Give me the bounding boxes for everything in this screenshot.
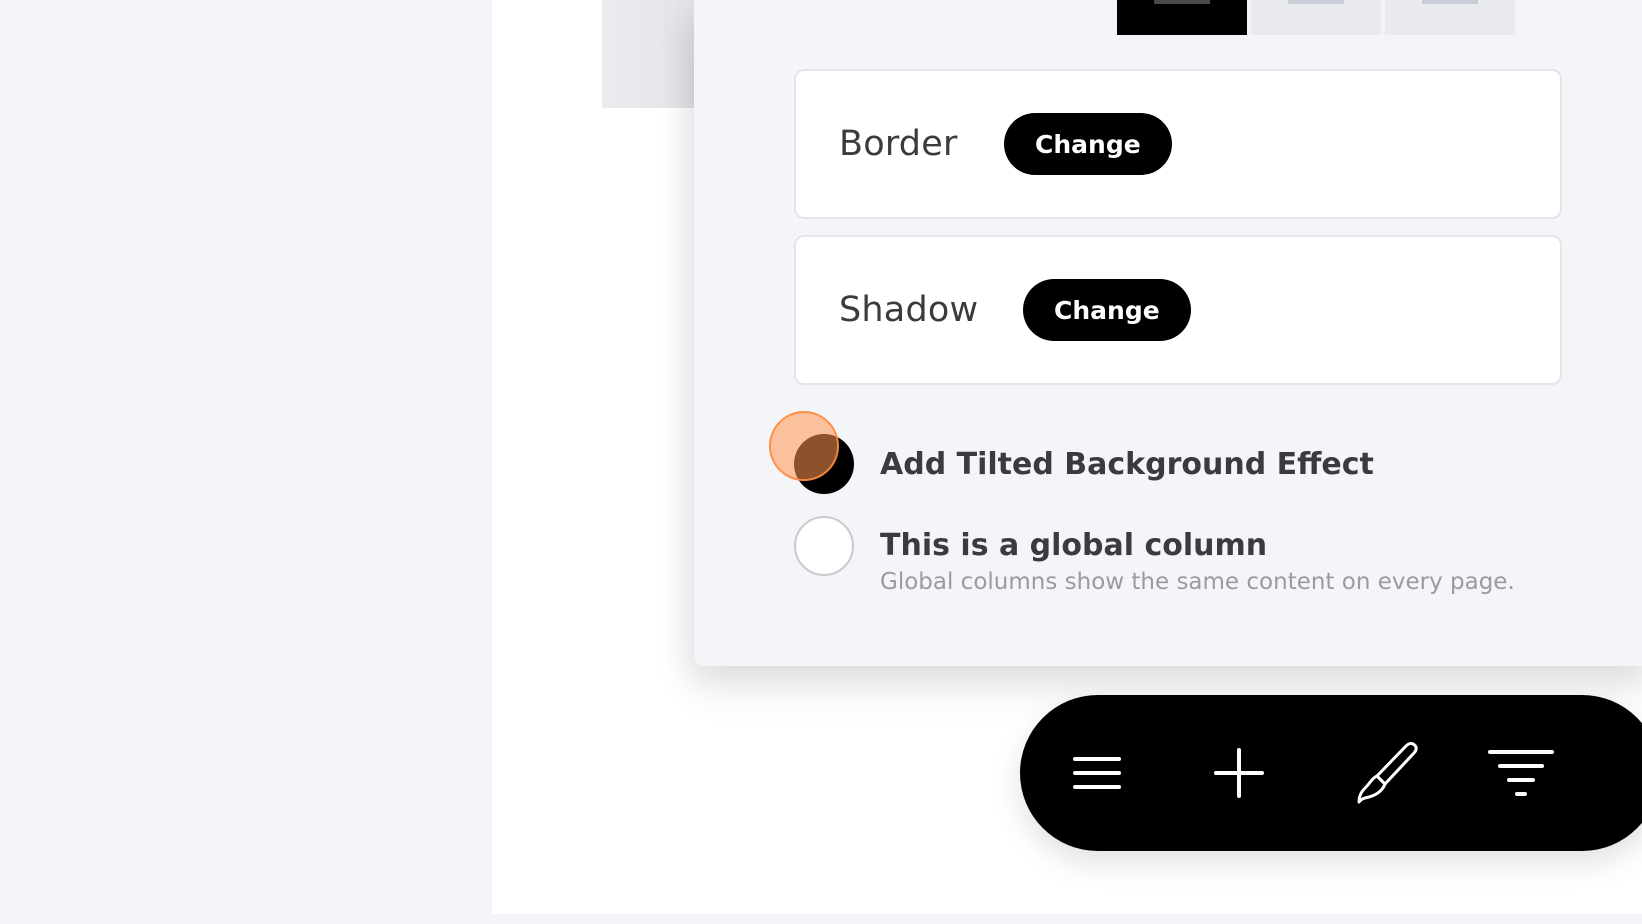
column-placeholder	[602, 0, 694, 108]
layout-option-1[interactable]	[1117, 0, 1247, 35]
plus-icon	[1214, 748, 1264, 798]
filter-button[interactable]	[1483, 735, 1559, 811]
global-column-description: Global columns show the same content on …	[880, 569, 1515, 595]
filter-icon	[1488, 750, 1554, 796]
menu-icon	[1073, 757, 1121, 789]
bottom-toolbar	[1020, 695, 1642, 851]
layout-option-2-icon	[1288, 0, 1344, 4]
global-column-label: This is a global column	[880, 528, 1268, 563]
border-label: Border	[839, 124, 958, 164]
layout-option-2[interactable]	[1251, 0, 1381, 35]
shadow-change-button[interactable]: Change	[1023, 279, 1191, 341]
bottom-strip	[0, 914, 1642, 924]
layout-option-3[interactable]	[1385, 0, 1515, 35]
click-indicator	[769, 411, 839, 481]
shadow-label: Shadow	[839, 290, 979, 330]
shadow-card: Shadow Change	[794, 235, 1562, 385]
tilted-background-label: Add Tilted Background Effect	[880, 447, 1374, 482]
border-change-button[interactable]: Change	[1004, 113, 1172, 175]
global-column-checkbox[interactable]	[794, 516, 854, 576]
menu-button[interactable]	[1059, 735, 1135, 811]
layout-option-1-icon	[1154, 0, 1210, 4]
style-button[interactable]	[1348, 735, 1424, 811]
add-button[interactable]	[1201, 735, 1277, 811]
layout-option-3-icon	[1422, 0, 1478, 4]
border-card: Border Change	[794, 69, 1562, 219]
paintbrush-icon	[1357, 741, 1418, 804]
